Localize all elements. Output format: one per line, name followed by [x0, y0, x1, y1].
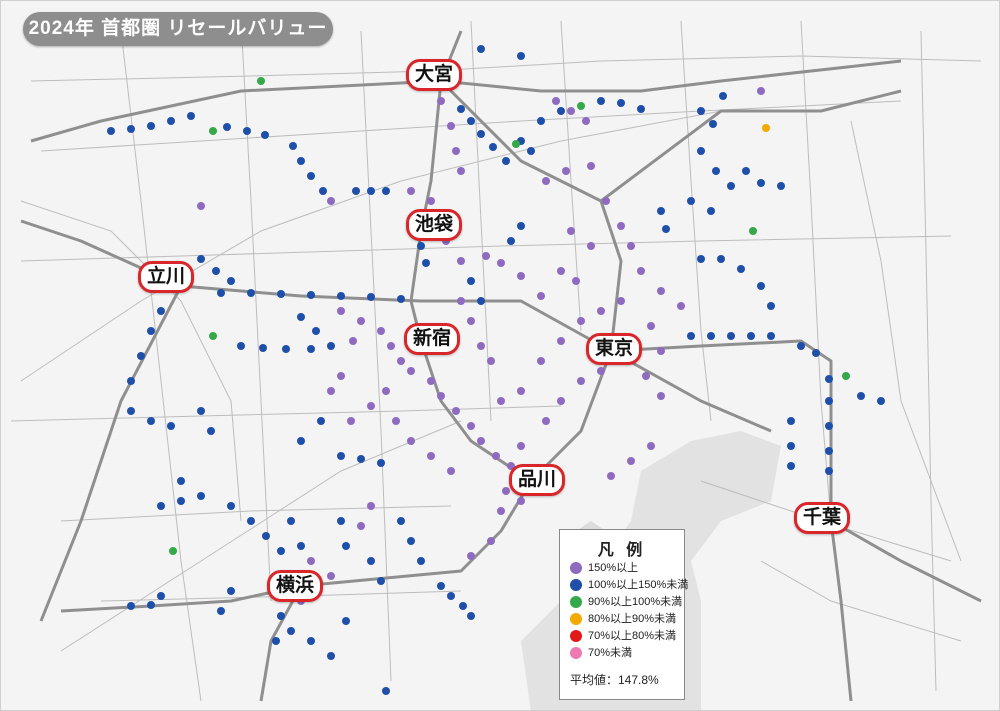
- legend-label: 80%以上90%未満: [588, 613, 677, 625]
- legend-swatch-80-90: [570, 613, 582, 626]
- station-label-chiba: 千葉: [794, 502, 851, 534]
- legend-swatch-150-plus: [570, 562, 582, 575]
- legend-item: 150%以上: [570, 560, 684, 577]
- resale-value-map: 2024年 首都圏 リセールバリュー 大宮 池袋 立川 新宿 東京 品川 千葉 …: [0, 0, 1000, 711]
- legend-swatch-70-80: [570, 630, 582, 643]
- legend-label: 100%以上150%未満: [588, 579, 689, 591]
- legend-item: 100%以上150%未満: [570, 577, 688, 594]
- legend-swatch-90-100: [570, 596, 582, 609]
- station-label-omiya: 大宮: [406, 59, 463, 91]
- station-label-tokyo: 東京: [586, 333, 643, 365]
- legend-swatch-100-150: [570, 579, 582, 592]
- station-label-yokohama: 横浜: [267, 570, 324, 602]
- legend-item: 90%以上100%未満: [570, 594, 684, 611]
- station-label-tachikawa: 立川: [138, 261, 195, 293]
- major-lines: [20, 30, 982, 702]
- legend-item: 80%以上90%未満: [570, 611, 684, 628]
- legend-label: 90%以上100%未満: [588, 596, 683, 608]
- dots-80-90: [762, 124, 770, 132]
- station-label-shinagawa: 品川: [509, 464, 566, 496]
- station-label-ikebukuro: 池袋: [406, 209, 463, 241]
- minor-lines: [10, 20, 982, 702]
- legend-item: 70%以上80%未満: [570, 628, 684, 645]
- station-label-shinjuku: 新宿: [404, 323, 461, 355]
- legend-label: 70%未満: [588, 647, 633, 659]
- legend-label: 70%以上80%未満: [588, 630, 677, 642]
- legend-average: 平均値：147.8%: [570, 673, 659, 687]
- railway-network: [10, 20, 982, 710]
- legend-swatch-under-70: [570, 647, 582, 660]
- legend-label: 150%以上: [588, 562, 639, 574]
- map-title: 2024年 首都圏 リセールバリュー: [23, 12, 333, 46]
- legend-item: 70%未満: [570, 645, 684, 662]
- legend-title: 凡 例: [597, 542, 647, 559]
- legend: 凡 例 150%以上 100%以上150%未満 90%以上100%未満 80%以…: [559, 529, 688, 700]
